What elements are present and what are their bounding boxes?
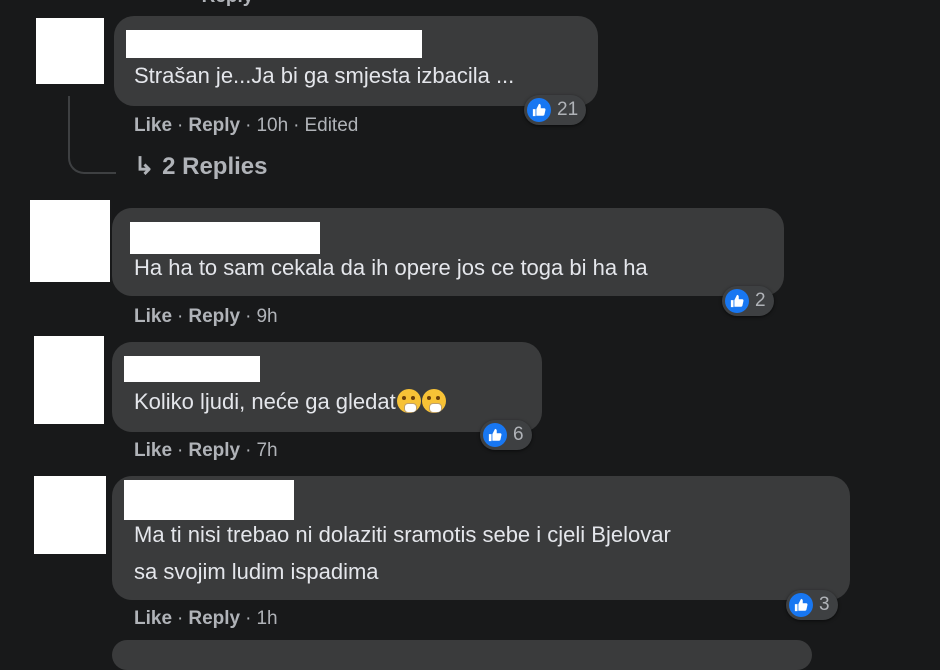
reaction-number: 21	[557, 99, 579, 120]
reaction-number: 6	[513, 424, 524, 445]
avatar[interactable]	[36, 18, 104, 84]
comment-bubble-partial	[112, 640, 812, 670]
reply-link[interactable]: Reply	[188, 306, 240, 327]
avatar[interactable]	[34, 476, 106, 554]
reaction-number: 2	[755, 290, 766, 311]
reply-link[interactable]: Reply	[188, 608, 240, 629]
timestamp[interactable]: 7h	[256, 440, 277, 461]
author-name-redacted[interactable]	[126, 30, 422, 58]
like-link[interactable]: Like	[134, 608, 172, 629]
comment-text: Koliko ljudi, neće ga gledat	[134, 386, 446, 417]
like-link[interactable]: Like	[134, 440, 172, 461]
reaction-count[interactable]: 21	[524, 95, 587, 125]
avatar[interactable]	[30, 200, 110, 282]
reaction-count[interactable]: 6	[480, 420, 532, 450]
reaction-count[interactable]: 2	[722, 286, 774, 316]
comment-actions: Like · Reply · 1h	[134, 608, 278, 629]
comment-actions: Like · Reply · 7h	[134, 440, 278, 461]
like-thumb-icon	[527, 98, 551, 122]
comment-actions: Like · Reply · 9h	[134, 306, 278, 327]
edited-label: Edited	[304, 115, 359, 136]
author-name-redacted[interactable]	[130, 222, 320, 254]
timestamp[interactable]: 9h	[256, 306, 277, 327]
avatar[interactable]	[34, 336, 104, 424]
top-partial-reply[interactable]: · Reply	[190, 0, 253, 8]
comment-text-content: Koliko ljudi, neće ga gledat	[134, 389, 396, 414]
like-thumb-icon	[789, 593, 813, 617]
like-thumb-icon	[483, 423, 507, 447]
reply-arrow-icon: ↳	[134, 153, 155, 180]
reply-link[interactable]: Reply	[188, 115, 240, 136]
reaction-number: 3	[819, 594, 830, 615]
replies-label: 2 Replies	[162, 152, 268, 180]
timestamp[interactable]: 1h	[256, 608, 277, 629]
thread-line	[68, 96, 116, 174]
reaction-count[interactable]: 3	[786, 590, 838, 620]
timestamp[interactable]: 10h	[256, 115, 288, 136]
comment-text: Strašan je...Ja bi ga smjesta izbacila .…	[134, 63, 515, 88]
grimacing-emoji-icon	[396, 389, 421, 413]
view-replies-button[interactable]: ↳ 2 Replies	[134, 152, 268, 181]
author-name-redacted[interactable]	[124, 356, 260, 382]
comment-text-line1: Ma ti nisi trebao ni dolaziti sramotis s…	[134, 522, 671, 547]
grimacing-emoji-icon	[421, 389, 446, 413]
like-link[interactable]: Like	[134, 115, 172, 136]
comment-actions: Like · Reply · 10h · Edited	[134, 115, 359, 136]
like-thumb-icon	[725, 289, 749, 313]
comment-text-line2: sa svojim ludim ispadima	[134, 559, 379, 584]
reply-link[interactable]: Reply	[188, 440, 240, 461]
comment-text: Ha ha to sam cekala da ih opere jos ce t…	[134, 255, 648, 280]
like-link[interactable]: Like	[134, 306, 172, 327]
author-name-redacted[interactable]	[124, 480, 294, 520]
